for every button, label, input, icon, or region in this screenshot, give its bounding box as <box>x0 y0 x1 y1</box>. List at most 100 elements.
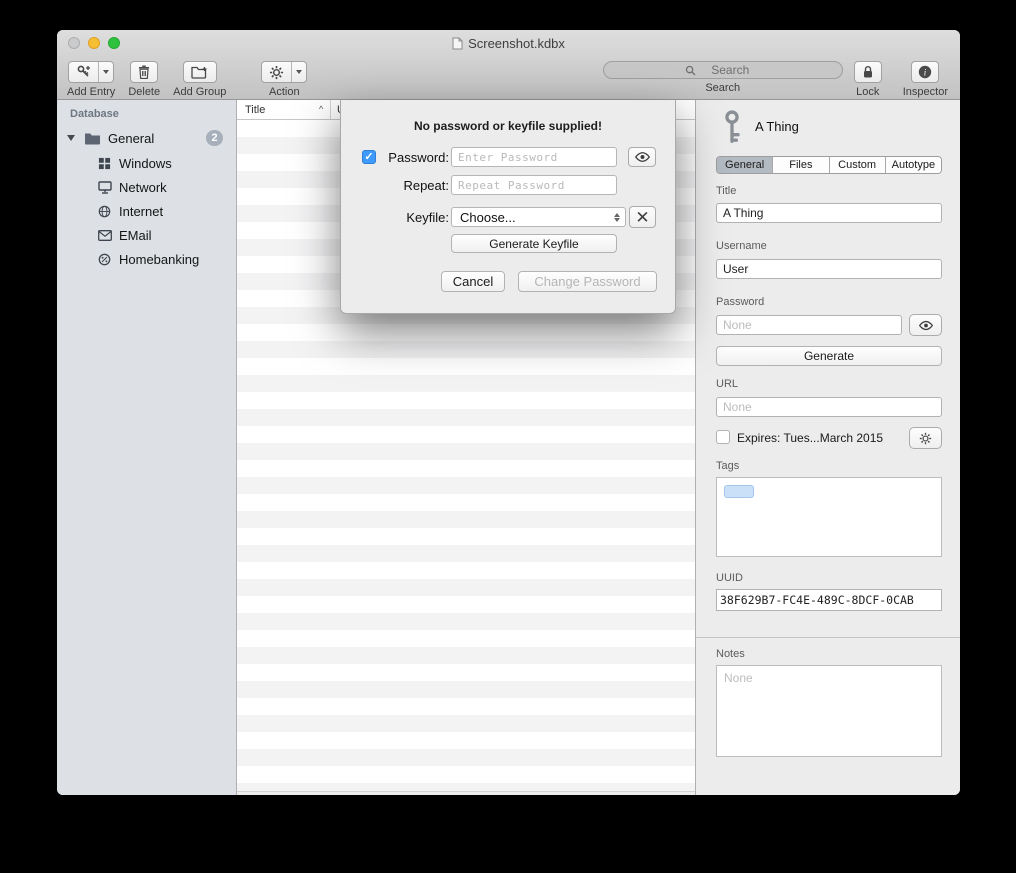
toolbar: Add Entry Delete <box>57 56 960 100</box>
sidebar-group-label: General <box>108 131 154 146</box>
url-field-label: URL <box>716 378 738 390</box>
key-plus-icon <box>76 64 92 80</box>
search-field[interactable] <box>603 61 843 79</box>
uuid-field[interactable] <box>716 589 942 611</box>
delete-label: Delete <box>128 86 160 98</box>
chevron-down-icon <box>103 70 109 74</box>
password-field[interactable] <box>716 315 902 335</box>
expires-checkbox[interactable] <box>716 430 730 444</box>
sidebar-item-internet[interactable]: Internet <box>57 199 236 223</box>
add-group-button[interactable] <box>183 61 217 83</box>
sidebar-item-label: Windows <box>119 156 172 171</box>
uuid-label: UUID <box>716 572 743 584</box>
expires-settings-button[interactable] <box>909 427 942 449</box>
trash-icon <box>138 65 150 79</box>
disclosure-triangle-icon[interactable] <box>67 135 75 141</box>
lock-label: Lock <box>856 86 879 98</box>
sidebar-section-header: Database <box>70 108 119 120</box>
traffic-lights <box>68 37 120 49</box>
titlebar[interactable]: Screenshot.kdbx <box>57 30 960 56</box>
password-label: Password: <box>379 150 449 165</box>
window-title: Screenshot.kdbx <box>468 36 565 51</box>
repeat-password-input[interactable] <box>451 175 617 195</box>
tags-label: Tags <box>716 460 739 472</box>
tags-box[interactable] <box>716 477 942 557</box>
notes-label: Notes <box>716 648 745 660</box>
network-icon <box>98 181 112 194</box>
generate-password-button[interactable]: Generate <box>716 346 942 366</box>
app-window: Screenshot.kdbx <box>57 30 960 795</box>
search-label: Search <box>705 82 740 94</box>
search-input[interactable] <box>700 63 760 77</box>
document-icon <box>452 37 463 50</box>
keyfile-dropdown[interactable]: Choose... <box>451 207 626 227</box>
checkmark-icon: ✓ <box>364 152 373 163</box>
window-chrome: Screenshot.kdbx <box>57 30 960 100</box>
url-field[interactable] <box>716 397 942 417</box>
tab-custom[interactable]: Custom <box>830 157 886 173</box>
repeat-label: Repeat: <box>379 178 449 193</box>
sidebar-item-network[interactable]: Network <box>57 175 236 199</box>
chevron-down-icon <box>296 70 302 74</box>
add-entry-button[interactable] <box>68 61 114 83</box>
inspector-tabs: General Files Custom Autotype <box>716 156 942 174</box>
cancel-button[interactable]: Cancel <box>441 271 505 292</box>
close-button[interactable] <box>68 37 80 49</box>
password-field-label: Password <box>716 296 764 308</box>
password-input[interactable] <box>451 147 617 167</box>
eye-icon <box>634 151 651 163</box>
gear-icon <box>919 432 932 445</box>
sheet-message: No password or keyfile supplied! <box>341 119 675 133</box>
homebanking-icon <box>98 253 111 266</box>
keyfile-value: Choose... <box>452 210 611 225</box>
add-group-label: Add Group <box>173 86 226 98</box>
sidebar-item-homebanking[interactable]: Homebanking <box>57 247 236 271</box>
lock-icon <box>862 65 874 79</box>
sidebar-item-label: Internet <box>119 204 163 219</box>
clear-keyfile-button[interactable]: ✕ <box>629 206 656 228</box>
sidebar-group-general[interactable]: General 2 <box>57 127 236 149</box>
gear-icon <box>269 65 284 80</box>
username-field-label: Username <box>716 240 767 252</box>
inspector-panel: A Thing General Files Custom Autotype Ti… <box>695 100 960 795</box>
inspector-button[interactable]: i <box>911 61 939 83</box>
username-field[interactable] <box>716 259 942 279</box>
eye-icon <box>918 320 934 331</box>
notes-field[interactable] <box>716 665 942 757</box>
title-field[interactable] <box>716 203 942 223</box>
delete-button[interactable] <box>130 61 158 83</box>
action-button[interactable] <box>261 61 307 83</box>
sidebar-item-windows[interactable]: Windows <box>57 151 236 175</box>
lock-button[interactable] <box>854 61 882 83</box>
folder-icon <box>84 132 101 145</box>
column-divider[interactable] <box>330 100 331 119</box>
expires-label: Expires: Tues...March 2015 <box>737 431 883 445</box>
column-header-title[interactable]: Title <box>245 104 265 116</box>
section-divider <box>696 637 960 638</box>
reveal-password-button[interactable] <box>628 147 656 167</box>
email-icon <box>98 230 112 241</box>
minimize-button[interactable] <box>88 37 100 49</box>
entry-count-badge: 2 <box>206 130 223 146</box>
password-enable-checkbox[interactable]: ✓ <box>362 150 376 164</box>
tab-files[interactable]: Files <box>773 157 829 173</box>
change-password-button[interactable]: Change Password <box>518 271 657 292</box>
sidebar-item-label: Network <box>119 180 167 195</box>
title-field-label: Title <box>716 185 736 197</box>
sidebar-item-email[interactable]: EMail <box>57 223 236 247</box>
add-entry-label: Add Entry <box>67 86 115 98</box>
zoom-button[interactable] <box>108 37 120 49</box>
reveal-password-button[interactable] <box>909 314 942 336</box>
windows-icon <box>98 157 111 170</box>
internet-icon <box>98 205 111 218</box>
info-icon: i <box>918 65 932 79</box>
table-bottom-strip <box>237 791 695 795</box>
tab-general[interactable]: General <box>717 157 773 173</box>
inspector-label: Inspector <box>903 86 948 98</box>
tag-pill[interactable] <box>724 485 754 498</box>
search-icon <box>685 65 696 76</box>
generate-keyfile-button[interactable]: Generate Keyfile <box>451 234 617 253</box>
tab-autotype[interactable]: Autotype <box>886 157 941 173</box>
sidebar: Database General 2 Wind <box>57 100 237 795</box>
entry-title: A Thing <box>755 119 799 134</box>
